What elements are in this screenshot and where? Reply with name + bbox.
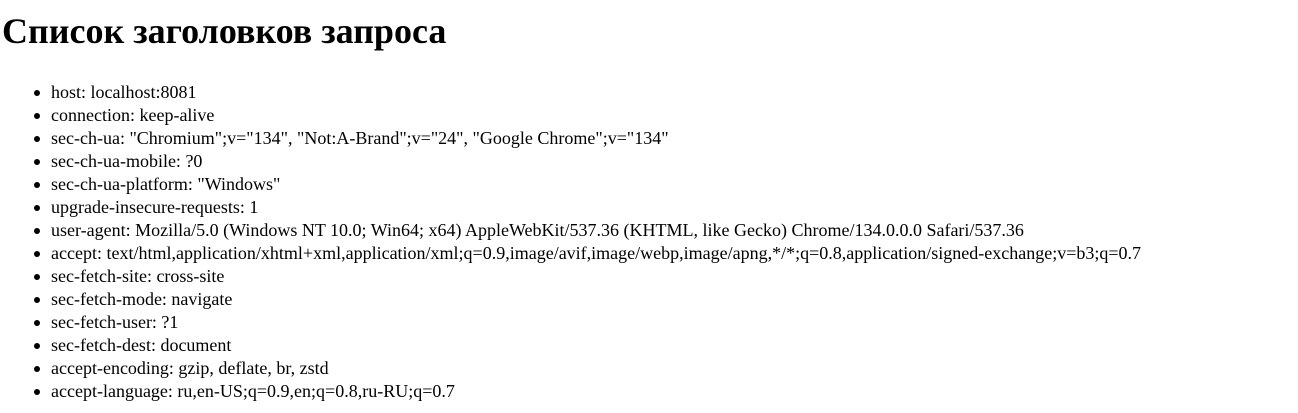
- list-item: accept-language: ru,en-US;q=0.9,en;q=0.8…: [34, 380, 1141, 403]
- list-item: user-agent: Mozilla/5.0 (Windows NT 10.0…: [34, 219, 1141, 242]
- header-text: accept-encoding: gzip, deflate, br, zstd: [51, 358, 329, 378]
- list-item: sec-fetch-user: ?1: [34, 311, 1141, 334]
- header-text: sec-ch-ua: "Chromium";v="134", "Not:A-Br…: [51, 128, 669, 148]
- list-item: sec-fetch-site: cross-site: [34, 265, 1141, 288]
- header-text: host: localhost:8081: [51, 82, 197, 102]
- list-item: upgrade-insecure-requests: 1: [34, 196, 1141, 219]
- page-title: Список заголовков запроса: [2, 11, 447, 51]
- list-item: host: localhost:8081: [34, 81, 1141, 104]
- bullet-icon: [34, 366, 40, 372]
- page: Список заголовков запроса host: localhos…: [0, 0, 1298, 413]
- header-text: user-agent: Mozilla/5.0 (Windows NT 10.0…: [51, 220, 1024, 240]
- header-text: upgrade-insecure-requests: 1: [51, 197, 259, 217]
- bullet-icon: [34, 90, 40, 96]
- bullet-icon: [34, 159, 40, 165]
- header-text: sec-fetch-dest: document: [51, 335, 232, 355]
- header-text: connection: keep-alive: [51, 105, 215, 125]
- list-item: sec-ch-ua-platform: "Windows": [34, 173, 1141, 196]
- header-text: accept-language: ru,en-US;q=0.9,en;q=0.8…: [51, 381, 455, 401]
- list-item: sec-fetch-dest: document: [34, 334, 1141, 357]
- header-text: sec-fetch-site: cross-site: [51, 266, 225, 286]
- bullet-icon: [34, 343, 40, 349]
- list-item: connection: keep-alive: [34, 104, 1141, 127]
- bullet-icon: [34, 205, 40, 211]
- bullet-icon: [34, 274, 40, 280]
- bullet-icon: [34, 113, 40, 119]
- bullet-icon: [34, 297, 40, 303]
- list-item: accept: text/html,application/xhtml+xml,…: [34, 242, 1141, 265]
- list-item: sec-ch-ua: "Chromium";v="134", "Not:A-Br…: [34, 127, 1141, 150]
- header-text: sec-fetch-user: ?1: [51, 312, 179, 332]
- list-item: sec-fetch-mode: navigate: [34, 288, 1141, 311]
- header-text: sec-fetch-mode: navigate: [51, 289, 233, 309]
- header-text: accept: text/html,application/xhtml+xml,…: [51, 243, 1141, 263]
- bullet-icon: [34, 182, 40, 188]
- bullet-icon: [34, 389, 40, 395]
- bullet-icon: [34, 228, 40, 234]
- bullet-icon: [34, 136, 40, 142]
- list-item: sec-ch-ua-mobile: ?0: [34, 150, 1141, 173]
- header-text: sec-ch-ua-mobile: ?0: [51, 151, 203, 171]
- list-item: accept-encoding: gzip, deflate, br, zstd: [34, 357, 1141, 380]
- bullet-icon: [34, 320, 40, 326]
- bullet-icon: [34, 251, 40, 257]
- header-list: host: localhost:8081 connection: keep-al…: [0, 81, 1141, 403]
- header-text: sec-ch-ua-platform: "Windows": [51, 174, 281, 194]
